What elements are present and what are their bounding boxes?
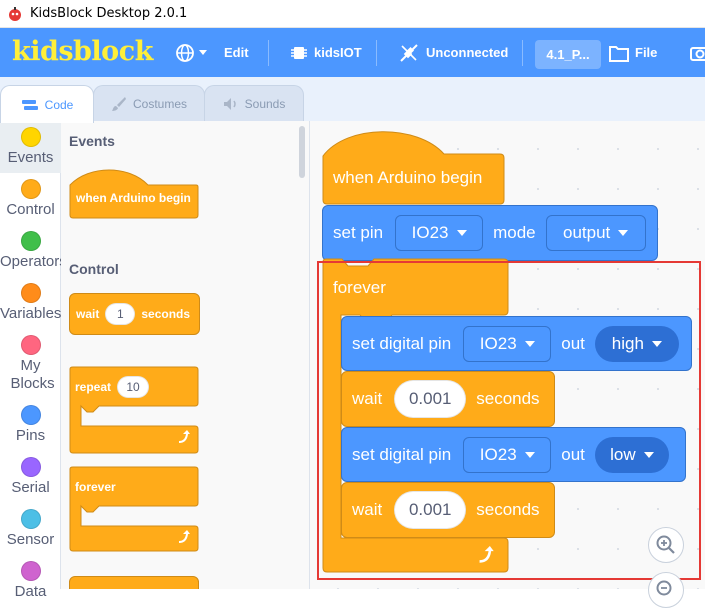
brush-icon: [111, 97, 126, 111]
control-color-dot: [20, 179, 41, 199]
folder-icon: [609, 45, 629, 62]
events-color-dot: [20, 127, 41, 147]
code-icon: [21, 99, 38, 110]
kidsiot-label: kidsIOT: [314, 45, 362, 60]
category-label: My Blocks: [10, 357, 55, 392]
zoom-out-button[interactable]: [648, 572, 684, 608]
category-label: Pins: [15, 427, 46, 444]
when-arduino-begin-label: when Arduino begin: [333, 168, 483, 187]
events-heading: Events: [69, 133, 115, 149]
category-variables[interactable]: Variables: [0, 283, 61, 322]
set-pin-mode-block[interactable]: set pin IO23 mode output: [322, 205, 658, 261]
editor-tabs: Code Costumes Sounds: [0, 77, 705, 123]
palette-wait-block[interactable]: wait 1 seconds: [69, 293, 200, 335]
tab-sounds-label: Sounds: [244, 97, 286, 111]
seconds-label: seconds: [141, 307, 191, 321]
data-color-dot: [20, 561, 41, 581]
mode-dropdown[interactable]: output: [545, 215, 646, 251]
kidsiot-menu[interactable]: kidsIOT: [290, 28, 362, 77]
pins-color-dot: [20, 405, 41, 425]
tab-costumes[interactable]: Costumes: [93, 85, 205, 122]
tab-code-label: Code: [44, 97, 74, 112]
category-data[interactable]: Data: [0, 561, 61, 600]
menu-separator: [376, 40, 377, 66]
category-sensor[interactable]: Sensor: [0, 509, 61, 548]
wait-seconds-input[interactable]: 1: [105, 303, 136, 325]
category-menu: Events Control Operators Variables My Bl…: [0, 121, 61, 600]
repeat-count-input[interactable]: 10: [117, 376, 150, 398]
menu-separator: [268, 40, 269, 66]
kidsblock-logo[interactable]: kidsblock: [12, 36, 153, 67]
pin-dropdown[interactable]: IO23: [395, 215, 484, 251]
category-label: Data: [14, 583, 47, 600]
category-label: Control: [6, 201, 55, 218]
mode-value: output: [562, 223, 611, 242]
category-serial[interactable]: Serial: [0, 457, 61, 496]
category-control[interactable]: Control: [0, 179, 61, 218]
category-pins[interactable]: Pins: [0, 405, 61, 444]
pin-value: IO23: [411, 223, 449, 242]
control-heading: Control: [69, 261, 119, 277]
chip-icon: [291, 46, 307, 59]
app-logo-icon: [9, 7, 21, 21]
tab-sounds[interactable]: Sounds: [204, 85, 304, 122]
chevron-down-icon: [618, 230, 629, 236]
file-label: File: [635, 45, 658, 60]
category-label: Serial: [11, 479, 50, 496]
palette-when-arduino-begin: when Arduino begin: [76, 191, 191, 205]
chevron-down-icon: [456, 230, 467, 236]
connection-status-button[interactable]: Unconnected: [398, 28, 508, 77]
zoom-in-button[interactable]: [648, 527, 684, 563]
zoom-out-icon: [656, 580, 672, 596]
chevron-down-icon: [199, 50, 207, 55]
speaker-icon: [223, 98, 236, 110]
palette-partial-block[interactable]: [69, 576, 199, 589]
category-events[interactable]: Events: [0, 121, 61, 173]
category-label: Sensor: [6, 531, 55, 548]
repeat-label: repeat: [75, 380, 112, 394]
language-menu[interactable]: [175, 28, 207, 77]
globe-icon: [176, 43, 194, 62]
mode-label: mode: [493, 223, 536, 242]
project-title-field[interactable]: 4.1_P...: [535, 40, 601, 69]
loop-arrow-icon: [179, 430, 190, 443]
palette-forever-label: forever: [75, 480, 116, 494]
category-my-blocks[interactable]: My Blocks: [0, 335, 61, 393]
tab-code[interactable]: Code: [0, 85, 94, 123]
window-titlebar: KidsBlock Desktop 2.0.1: [0, 0, 705, 28]
category-label: Events: [7, 149, 54, 166]
zoom-in-icon: [656, 535, 675, 554]
palette-scrollbar[interactable]: [299, 126, 305, 178]
sensor-color-dot: [20, 509, 41, 529]
edit-menu[interactable]: Edit: [224, 28, 249, 77]
file-menu[interactable]: File: [609, 28, 657, 77]
category-label: Variables: [0, 305, 61, 322]
screenshot-button[interactable]: [690, 28, 705, 77]
operators-color-dot: [20, 231, 41, 251]
tab-costumes-label: Costumes: [132, 97, 188, 111]
menu-separator: [522, 40, 523, 66]
palette-repeat-label-row: repeat 10: [75, 376, 150, 398]
my-blocks-color-dot: [20, 335, 41, 355]
camera-icon: [690, 46, 705, 61]
window-title: KidsBlock Desktop 2.0.1: [30, 6, 188, 21]
connection-label: Unconnected: [426, 45, 509, 60]
category-label: Operators: [0, 253, 61, 270]
menu-bar: kidsblock Edit kidsIOT Unconnected 4.1_P…: [0, 28, 705, 77]
highlight-box: [317, 261, 701, 580]
block-palette: Events when Arduino begin Control wait 1…: [61, 121, 310, 589]
loop-arrow-icon: [179, 530, 190, 543]
set-pin-label: set pin: [333, 223, 384, 242]
unplugged-icon: [400, 43, 418, 62]
category-operators[interactable]: Operators: [0, 231, 61, 270]
variables-color-dot: [20, 283, 41, 303]
wait-label: wait: [76, 307, 100, 321]
serial-color-dot: [20, 457, 41, 477]
